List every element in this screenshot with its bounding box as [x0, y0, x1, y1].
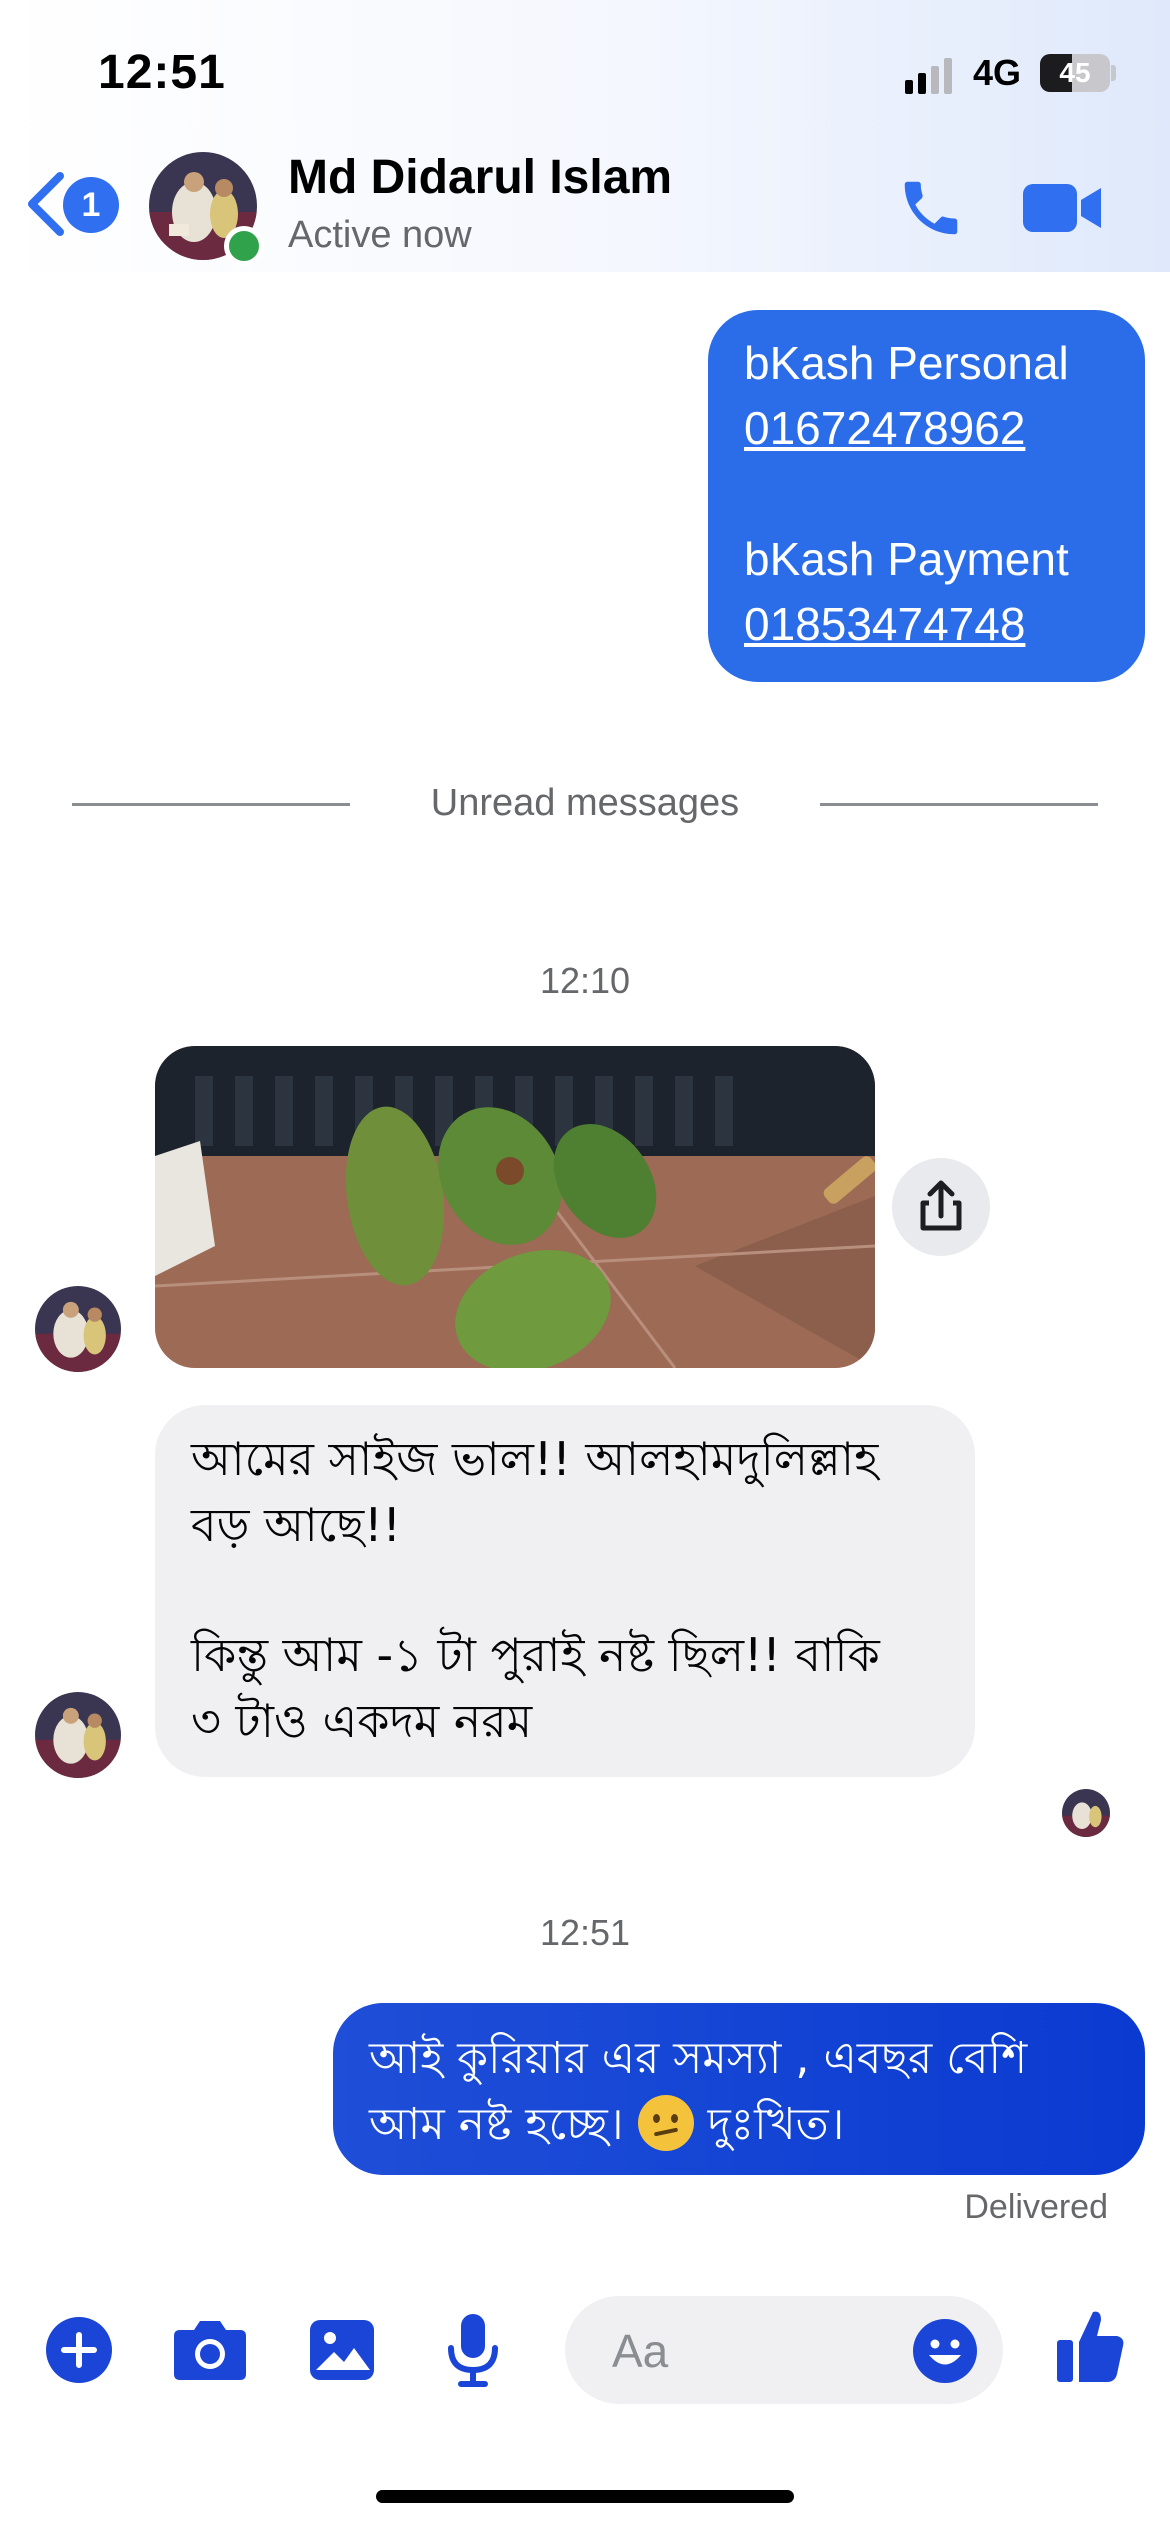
phone-number-link[interactable]: 01672478962 — [744, 401, 1025, 455]
phone-call-icon[interactable] — [896, 173, 966, 243]
battery-percent: 45 — [1059, 57, 1091, 88]
status-time: 12:51 — [98, 46, 226, 99]
camera-icon[interactable] — [172, 2318, 248, 2382]
read-receipt-avatar — [1062, 1789, 1110, 1837]
share-icon — [920, 1180, 962, 1231]
share-button[interactable] — [892, 1158, 990, 1256]
unread-count-badge[interactable]: 1 — [63, 177, 119, 233]
confused-face-emoji-icon — [637, 2095, 694, 2151]
phone-number-link[interactable]: 01853474748 — [744, 597, 1025, 651]
plus-icon[interactable] — [45, 2316, 113, 2384]
battery-icon: 45 — [1040, 54, 1110, 92]
message-text: আই কুরিয়ার এর সমস্যা , এবছর বেশি — [369, 2033, 1028, 2084]
gallery-icon[interactable] — [308, 2318, 376, 2382]
delivery-status: Delivered — [964, 2188, 1108, 2226]
unread-messages-divider: Unread messages — [430, 782, 740, 824]
message-text-line: আম নষ্ট হচ্ছে। দুঃখিত। — [369, 2091, 844, 2164]
signal-icon — [905, 58, 952, 94]
message-text: আমের সাইজ ভাল!! আলহামদুলিল্লাহ — [191, 1432, 879, 1486]
outgoing-message-bubble[interactable]: bKash Personal 01672478962 bKash Payment… — [708, 310, 1145, 682]
online-status-dot — [224, 226, 264, 266]
message-input[interactable] — [610, 2296, 914, 2406]
message-text: বড় আছে!! — [191, 1498, 401, 1552]
photo-image — [155, 1046, 875, 1368]
emoji-icon[interactable] — [912, 2318, 978, 2384]
network-type: 4G — [973, 52, 1022, 93]
message-text: দুঃখিত। — [707, 2099, 845, 2150]
video-call-icon[interactable] — [1023, 180, 1103, 236]
back-chevron-icon[interactable] — [26, 172, 66, 236]
avatar-photo — [1062, 1789, 1110, 1837]
incoming-message-bubble[interactable]: আমের সাইজ ভাল!! আলহামদুলিল্লাহ বড় আছে!!… — [155, 1405, 975, 1777]
home-indicator — [376, 2490, 794, 2503]
message-text: কিন্তু আম -১ টা পুরাই নষ্ট ছিল!! বাকি — [191, 1628, 880, 1682]
avatar-photo — [35, 1692, 121, 1778]
sender-avatar[interactable] — [35, 1286, 121, 1372]
message-text: আম নষ্ট হচ্ছে। — [369, 2099, 624, 2150]
message-timestamp: 12:51 — [539, 1912, 631, 1953]
thumbs-up-icon[interactable] — [1055, 2308, 1125, 2384]
message-timestamp: 12:10 — [539, 960, 631, 1001]
message-text: ৩ টাও একদম নরম — [191, 1694, 533, 1748]
message-input-container[interactable] — [565, 2296, 1003, 2406]
message-text: bKash Payment — [744, 533, 1069, 585]
contact-name[interactable]: Md Didarul Islam — [288, 150, 672, 205]
battery-tip — [1111, 65, 1116, 81]
microphone-icon[interactable] — [445, 2312, 501, 2388]
sender-avatar[interactable] — [35, 1692, 121, 1778]
message-text: bKash Personal — [744, 337, 1069, 389]
mango-photo-attachment[interactable] — [155, 1046, 875, 1368]
avatar-photo — [35, 1286, 121, 1372]
contact-status: Active now — [288, 214, 472, 256]
divider-line — [820, 803, 1098, 806]
outgoing-message-bubble[interactable]: আই কুরিয়ার এর সমস্যা , এবছর বেশি আম নষ্… — [333, 2003, 1145, 2175]
